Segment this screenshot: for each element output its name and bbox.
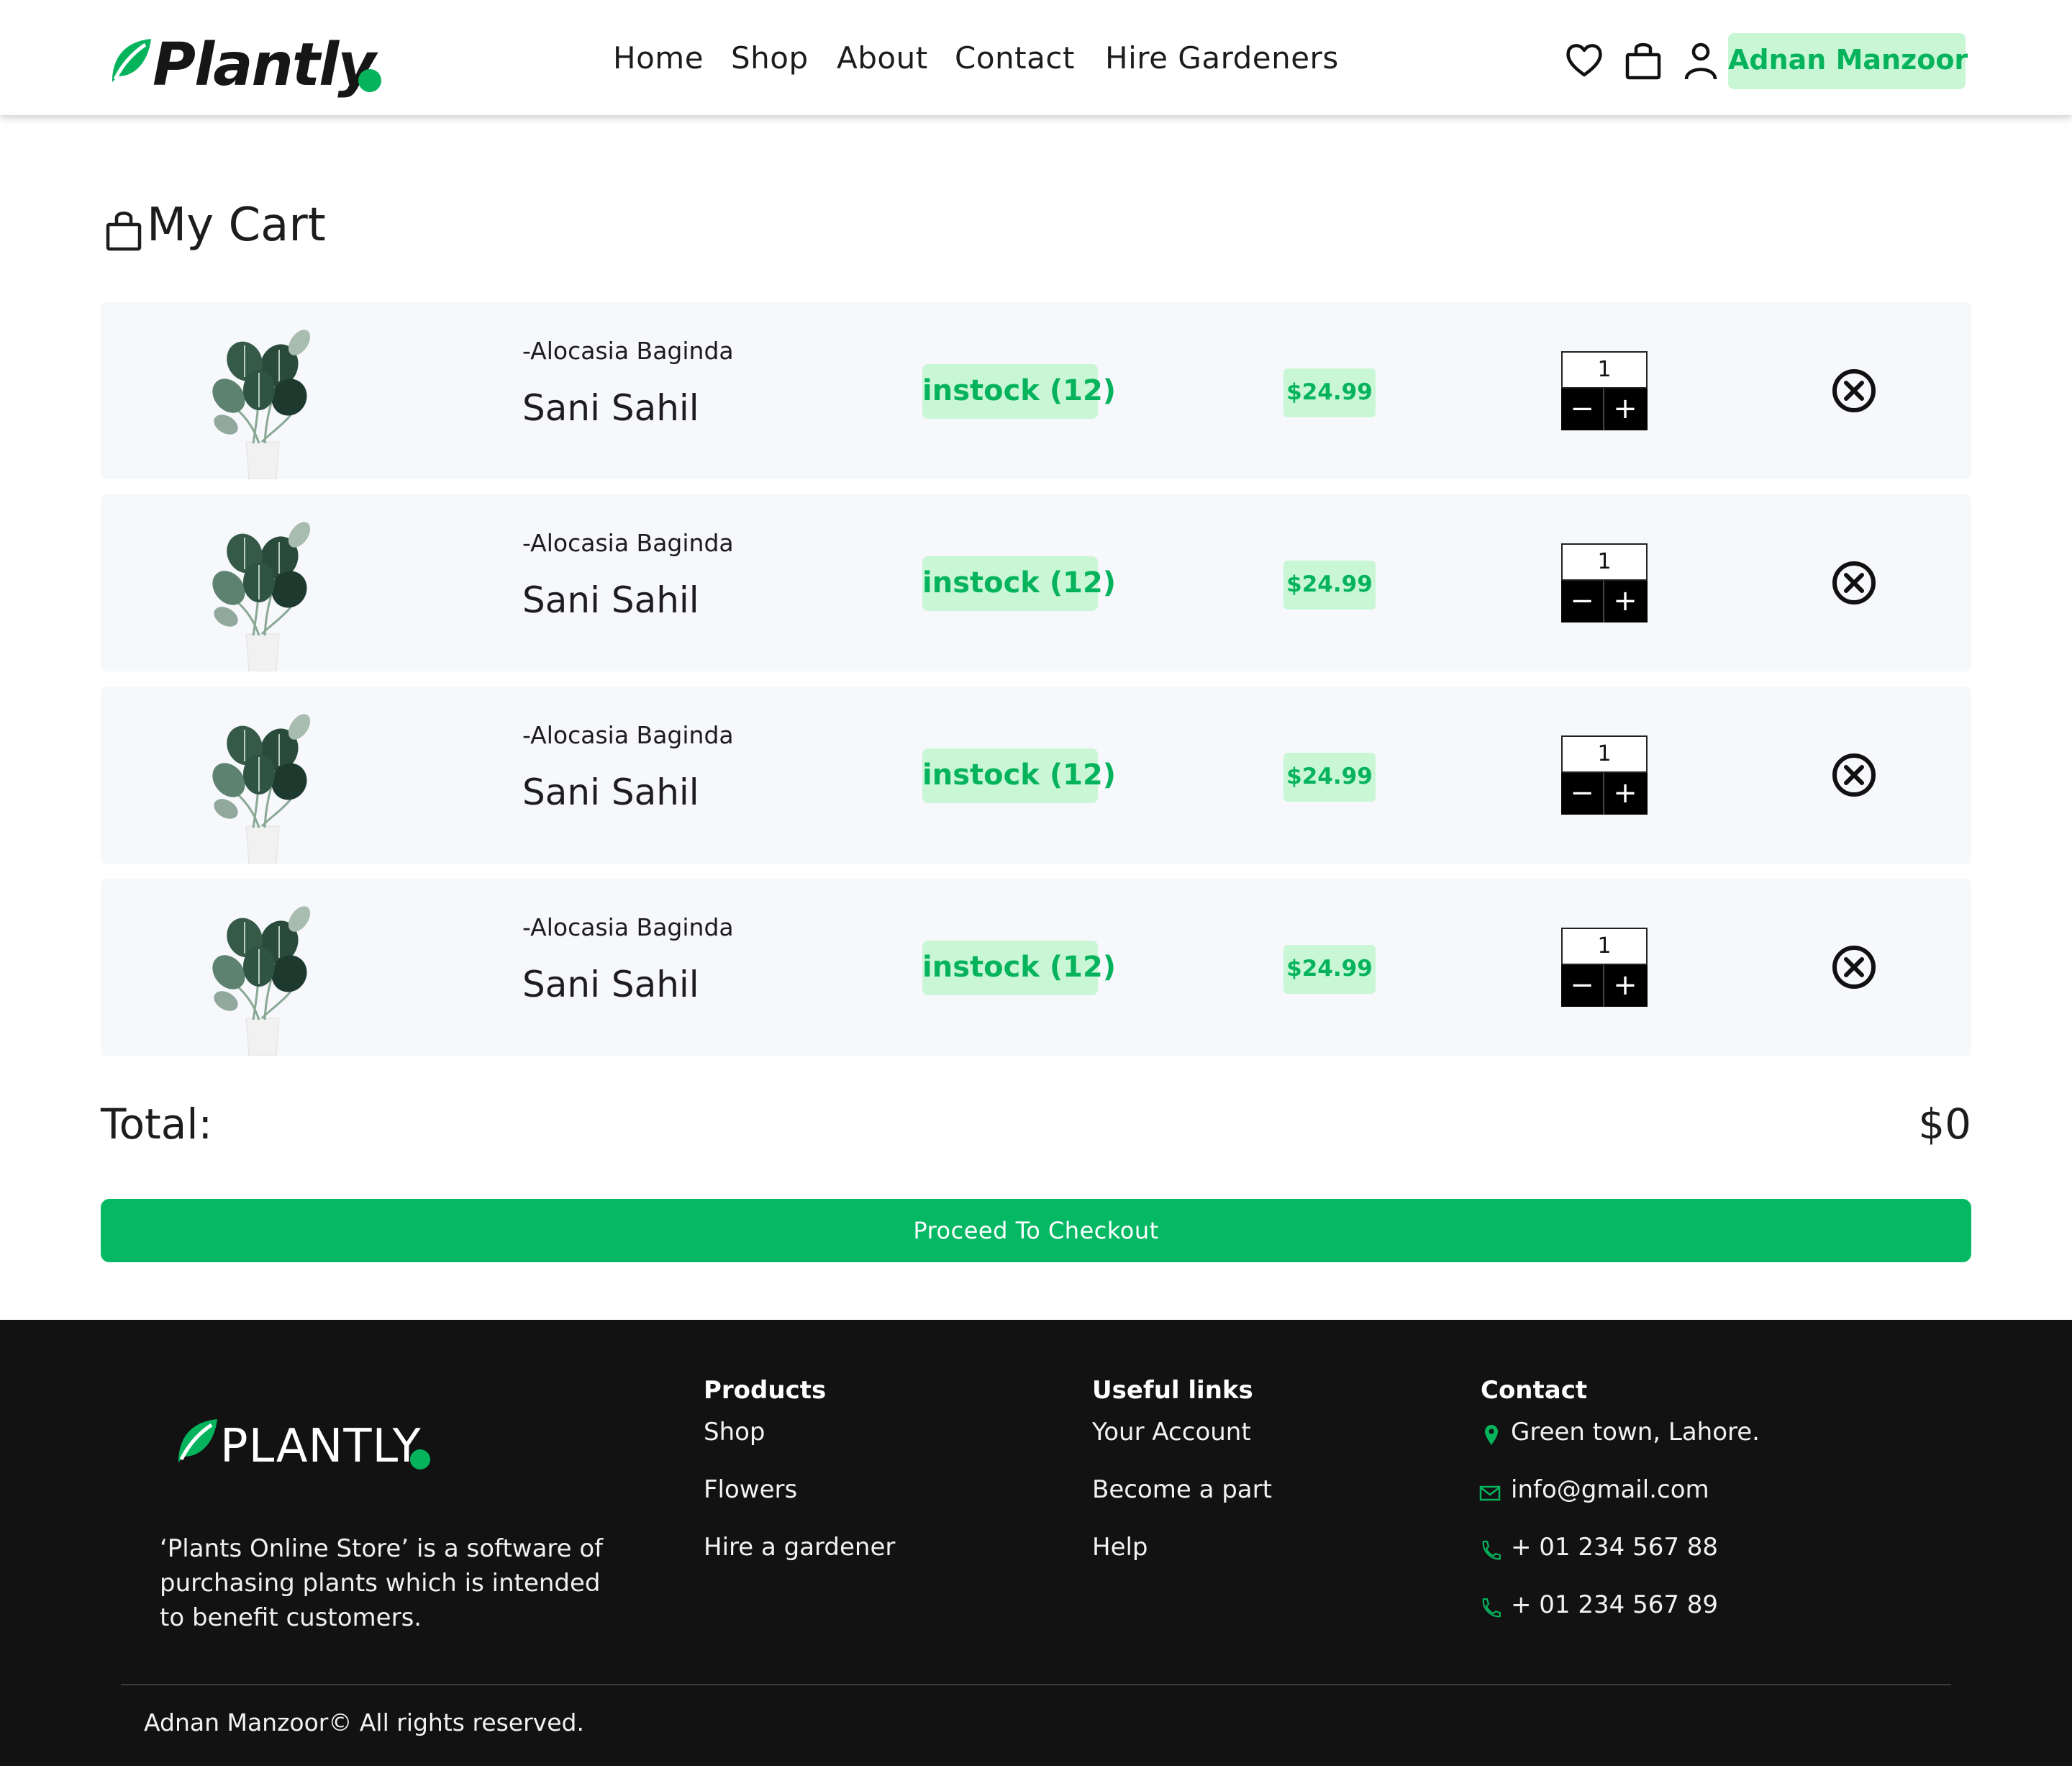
user-icon[interactable] (1681, 39, 1721, 82)
footer-divider (121, 1684, 1951, 1685)
footer-useful-links-heading: Useful links (1092, 1376, 1253, 1405)
cart-item-row: -Alocasia Baginda Sani Sahil instock (12… (101, 494, 1971, 671)
contact-phone-1[interactable]: + 01 234 567 88 (1511, 1533, 1718, 1562)
nav-hire-gardeners[interactable]: Hire Gardeners (1105, 40, 1339, 76)
cart-title-text: My Cart (147, 199, 326, 252)
footer-brand-name: PLANTLY (220, 1420, 422, 1473)
price-badge: $24.99 (1283, 561, 1376, 610)
plant-image (209, 513, 317, 671)
remove-item-icon[interactable] (1832, 945, 1876, 990)
increase-quantity-button[interactable]: + (1604, 389, 1646, 430)
item-subtitle: -Alocasia Baginda (522, 529, 734, 557)
footer-description: ‘Plants Online Store’ is a software of p… (160, 1534, 604, 1632)
item-subtitle: -Alocasia Baginda (522, 913, 734, 941)
nav-about[interactable]: About (837, 40, 928, 76)
remove-item-icon[interactable] (1832, 368, 1876, 413)
total-label: Total: (101, 1100, 212, 1149)
cart-item-row: -Alocasia Baginda Sani Sahil instock (12… (101, 302, 1971, 479)
brand-logo[interactable]: Plantly (105, 32, 393, 104)
item-name: Sani Sahil (522, 579, 699, 621)
footer-link-shop[interactable]: Shop (704, 1418, 765, 1446)
item-name: Sani Sahil (522, 964, 699, 1005)
leaf-icon (105, 36, 153, 83)
footer-link-become-a-part[interactable]: Become a part (1092, 1475, 1272, 1504)
mail-icon (1479, 1485, 1501, 1501)
quantity-stepper: − + (1561, 581, 1648, 622)
quantity-stepper: − + (1561, 773, 1648, 815)
quantity-input[interactable]: 1 (1561, 351, 1648, 389)
nav-shop[interactable]: Shop (731, 40, 809, 76)
phone-icon (1482, 1598, 1501, 1618)
item-name: Sani Sahil (522, 771, 699, 813)
quantity-stepper: − + (1561, 389, 1648, 430)
site-footer: PLANTLY ‘Plants Online Store’ is a softw… (0, 1320, 2072, 1766)
remove-item-icon[interactable] (1832, 561, 1876, 605)
increase-quantity-button[interactable]: + (1604, 581, 1646, 622)
remove-item-icon[interactable] (1832, 753, 1876, 797)
cart-item-row: -Alocasia Baginda Sani Sahil instock (12… (101, 879, 1971, 1056)
leaf-icon (171, 1416, 219, 1464)
decrease-quantity-button[interactable]: − (1561, 389, 1604, 430)
site-header: Plantly Home Shop About Contact Hire Gar… (0, 0, 2072, 115)
brand-dot (358, 69, 381, 92)
decrease-quantity-button[interactable]: − (1561, 773, 1604, 815)
quantity-input[interactable]: 1 (1561, 735, 1648, 773)
contact-address: Green town, Lahore. (1511, 1418, 1760, 1446)
decrease-quantity-button[interactable]: − (1561, 581, 1604, 622)
proceed-to-checkout-button[interactable]: Proceed To Checkout (101, 1199, 1971, 1262)
item-subtitle: -Alocasia Baginda (522, 721, 734, 749)
user-account-button[interactable]: Adnan Manzoor (1728, 33, 1968, 89)
plant-image (209, 705, 317, 864)
price-badge: $24.99 (1283, 753, 1376, 802)
copyright-text: Adnan Manzoor© All rights reserved. (144, 1708, 584, 1736)
footer-link-your-account[interactable]: Your Account (1092, 1418, 1251, 1446)
nav-contact[interactable]: Contact (955, 40, 1075, 76)
heart-icon[interactable] (1564, 39, 1604, 82)
phone-icon (1482, 1540, 1501, 1560)
price-badge: $24.99 (1283, 945, 1376, 994)
item-name: Sani Sahil (522, 387, 699, 429)
item-subtitle: -Alocasia Baginda (522, 337, 734, 365)
footer-products-heading: Products (704, 1376, 827, 1405)
footer-link-hire-gardener[interactable]: Hire a gardener (704, 1533, 895, 1562)
price-badge: $24.99 (1283, 368, 1376, 417)
cart-item-row: -Alocasia Baginda Sani Sahil instock (12… (101, 687, 1971, 864)
decrease-quantity-button[interactable]: − (1561, 965, 1604, 1007)
footer-link-help[interactable]: Help (1092, 1533, 1148, 1562)
stock-badge: instock (12) (922, 364, 1116, 419)
quantity-input[interactable]: 1 (1561, 543, 1648, 581)
footer-brand-logo[interactable]: PLANTLY (171, 1416, 445, 1481)
stock-badge: instock (12) (922, 748, 1116, 803)
plant-image (209, 897, 317, 1056)
shopping-bag-icon[interactable] (1623, 39, 1663, 82)
shopping-bag-icon (106, 212, 142, 251)
total-value: $0 (1918, 1100, 1971, 1149)
increase-quantity-button[interactable]: + (1604, 773, 1646, 815)
brand-name: Plantly (153, 31, 376, 99)
footer-contact-heading: Contact (1481, 1376, 1588, 1405)
increase-quantity-button[interactable]: + (1604, 965, 1646, 1007)
quantity-stepper: − + (1561, 965, 1648, 1007)
stock-badge: instock (12) (922, 556, 1116, 611)
nav-home[interactable]: Home (613, 40, 704, 76)
quantity-input[interactable]: 1 (1561, 928, 1648, 965)
brand-dot (410, 1449, 430, 1470)
plant-image (209, 321, 317, 479)
location-pin-icon (1485, 1425, 1498, 1445)
footer-link-flowers[interactable]: Flowers (704, 1475, 797, 1504)
contact-phone-2[interactable]: + 01 234 567 89 (1511, 1590, 1718, 1619)
stock-badge: instock (12) (922, 941, 1116, 995)
contact-email[interactable]: info@gmail.com (1511, 1475, 1709, 1504)
